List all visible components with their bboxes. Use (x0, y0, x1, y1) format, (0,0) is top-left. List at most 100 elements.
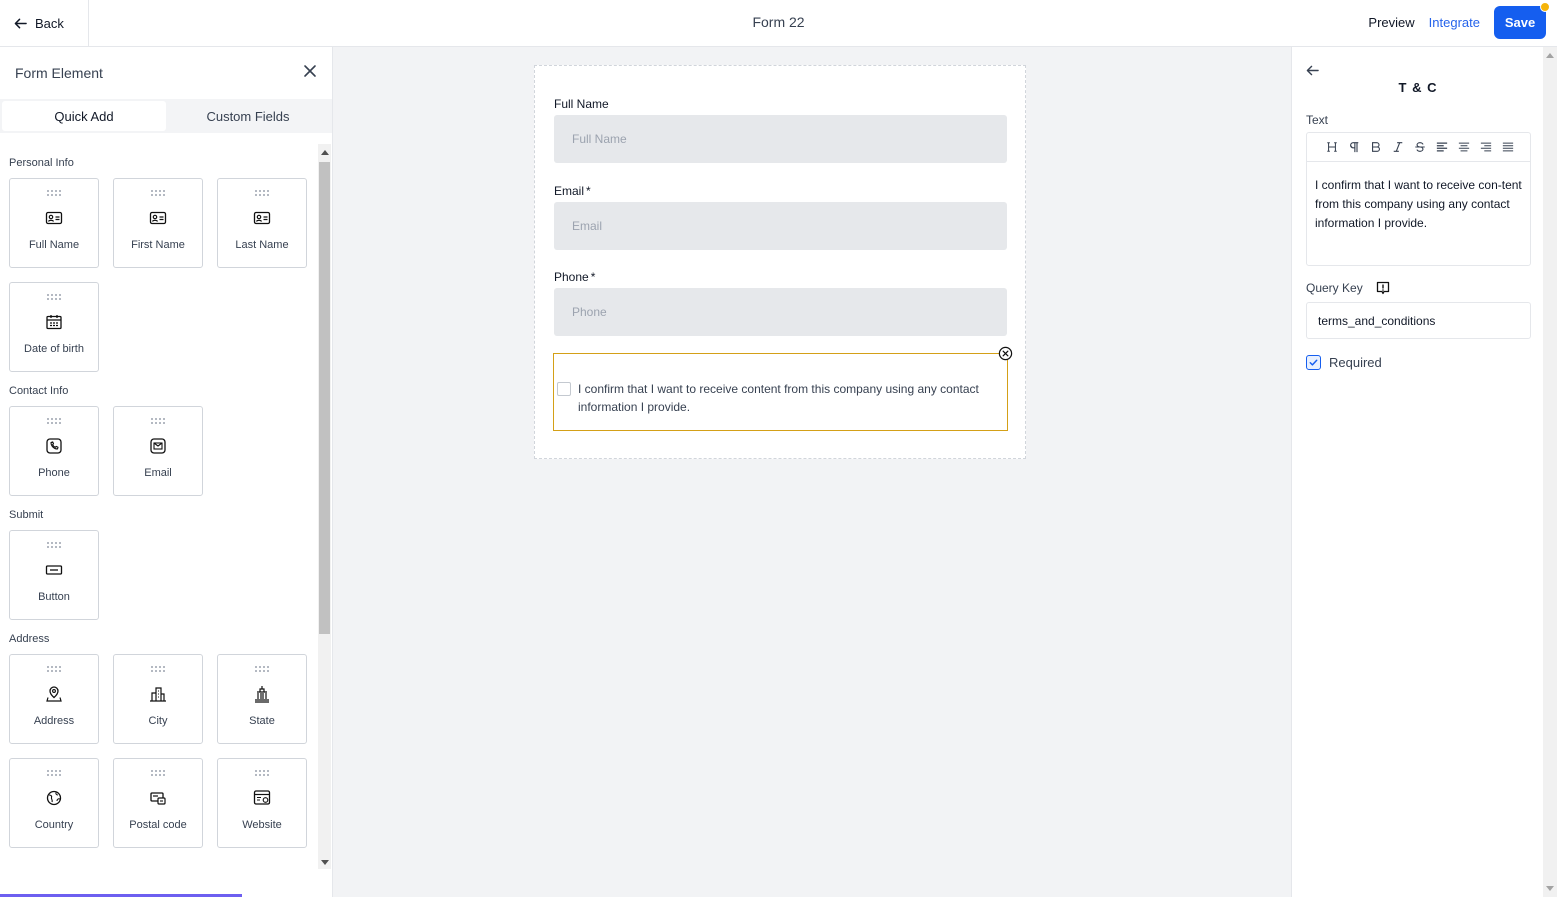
back-button[interactable]: Back (0, 0, 89, 46)
paragraph-icon[interactable] (1346, 140, 1361, 155)
element-card-website[interactable]: Website (217, 758, 307, 848)
query-key-row: Query Key (1306, 280, 1391, 296)
align-center-icon[interactable] (1456, 140, 1471, 155)
align-justify-icon[interactable] (1500, 140, 1515, 155)
field-label-text: Full Name (554, 97, 609, 111)
terms-conditions-field[interactable]: I confirm that I want to receive content… (553, 346, 1013, 431)
required-checkbox[interactable] (1306, 355, 1321, 370)
required-asterisk: * (590, 270, 596, 284)
element-list[interactable]: Personal Info Full Name First Name Last … (0, 144, 318, 874)
field-settings-panel: T & C Text I confirm that I want to rece… (1291, 47, 1543, 897)
drag-handle-icon (47, 294, 61, 300)
element-card-label: Last Name (235, 239, 289, 251)
scroll-up-arrow-icon[interactable] (321, 150, 329, 155)
element-card-first-name[interactable]: First Name (113, 178, 203, 268)
scroll-thumb[interactable] (319, 162, 330, 634)
form-canvas: Full Name Full Name Email * Email Phone * … (333, 47, 1291, 897)
drag-handle-icon (255, 666, 269, 672)
scroll-up-arrow-icon[interactable] (1546, 53, 1554, 58)
element-card-address[interactable]: Address (9, 654, 99, 744)
drag-handle-icon (151, 418, 165, 424)
rich-text-editor[interactable]: I confirm that I want to receive con-ten… (1306, 132, 1531, 266)
save-label: Save (1504, 15, 1536, 30)
id-card-icon (149, 211, 167, 225)
id-card-icon (45, 211, 63, 225)
element-card-state[interactable]: State (217, 654, 307, 744)
button-icon (45, 565, 63, 575)
close-panel-button[interactable] (303, 64, 317, 83)
terms-text: I confirm that I want to receive content… (578, 382, 979, 414)
element-card-date-of-birth[interactable]: Date of birth (9, 282, 99, 372)
field-label: Phone * (554, 270, 1007, 284)
element-card-label: Date of birth (24, 343, 84, 355)
element-card-label: Website (242, 819, 282, 831)
integrate-button[interactable]: Integrate (1429, 15, 1480, 30)
remove-field-icon[interactable] (998, 346, 1013, 361)
form-field-full-name[interactable]: Full Name Full Name (554, 97, 1007, 163)
buildings-icon (150, 687, 166, 702)
drag-handle-icon (151, 666, 165, 672)
strikethrough-icon[interactable] (1412, 140, 1427, 155)
drag-handle-icon (47, 190, 61, 196)
preview-button[interactable]: Preview (1368, 15, 1414, 30)
tab-quick-add[interactable]: Quick Add (2, 101, 166, 131)
section-label-personal-info: Personal Info (9, 157, 74, 169)
element-card-label: State (249, 715, 275, 727)
element-card-country[interactable]: Country (9, 758, 99, 848)
info-tooltip-icon[interactable] (1375, 280, 1391, 296)
phone-input[interactable]: Phone (554, 288, 1007, 336)
notification-dot (1540, 2, 1550, 12)
element-card-full-name[interactable]: Full Name (9, 178, 99, 268)
text-label: Text (1306, 113, 1329, 127)
align-right-icon[interactable] (1478, 140, 1493, 155)
heading-icon[interactable] (1324, 140, 1339, 155)
element-card-label: Country (34, 819, 74, 831)
element-card-label: Button (38, 591, 70, 603)
arrow-left-icon[interactable] (1306, 64, 1319, 77)
phone-icon (46, 438, 62, 454)
form-field-email[interactable]: Email * Email (554, 184, 1007, 250)
drag-handle-icon (255, 190, 269, 196)
element-card-postal-code[interactable]: Postal code (113, 758, 203, 848)
field-label-text: Email (554, 184, 585, 198)
element-card-last-name[interactable]: Last Name (217, 178, 307, 268)
tab-custom-fields[interactable]: Custom Fields (166, 101, 330, 131)
section-label-submit: Submit (9, 509, 44, 521)
terms-checkbox[interactable] (557, 382, 571, 396)
mailbox-icon (150, 792, 166, 805)
globe-icon (46, 790, 62, 806)
field-label: Full Name (554, 97, 1007, 111)
bold-icon[interactable] (1368, 140, 1383, 155)
required-label: Required (1329, 355, 1382, 370)
mail-icon (150, 438, 166, 454)
drag-handle-icon (151, 190, 165, 196)
element-card-city[interactable]: City (113, 654, 203, 744)
element-card-email[interactable]: Email (113, 406, 203, 496)
browser-icon (253, 790, 271, 805)
form-field-phone[interactable]: Phone * Phone (554, 270, 1007, 336)
query-key-input[interactable]: terms_and_conditions (1306, 302, 1531, 339)
required-toggle[interactable]: Required (1306, 355, 1382, 370)
id-card-icon (253, 211, 271, 225)
italic-icon[interactable] (1390, 140, 1405, 155)
settings-scrollbar[interactable] (1543, 47, 1557, 897)
align-left-icon[interactable] (1434, 140, 1449, 155)
drag-handle-icon (47, 418, 61, 424)
drag-handle-icon (47, 770, 61, 776)
arrow-left-icon (14, 18, 27, 28)
scroll-down-arrow-icon[interactable] (321, 860, 329, 865)
settings-title: T & C (1398, 80, 1438, 95)
required-asterisk: * (586, 184, 591, 198)
section-label-contact-info: Contact Info (9, 385, 69, 397)
element-card-button[interactable]: Button (9, 530, 99, 620)
section-label-address: Address (9, 633, 50, 645)
save-button[interactable]: Save (1494, 2, 1550, 39)
landmark-icon (255, 686, 269, 703)
element-list-scrollbar[interactable] (318, 144, 331, 869)
element-card-label: Phone (38, 467, 70, 479)
full-name-input[interactable]: Full Name (554, 115, 1007, 163)
email-input[interactable]: Email (554, 202, 1007, 250)
editor-content[interactable]: I confirm that I want to receive con-ten… (1307, 162, 1530, 247)
scroll-down-arrow-icon[interactable] (1546, 886, 1554, 891)
element-card-phone[interactable]: Phone (9, 406, 99, 496)
